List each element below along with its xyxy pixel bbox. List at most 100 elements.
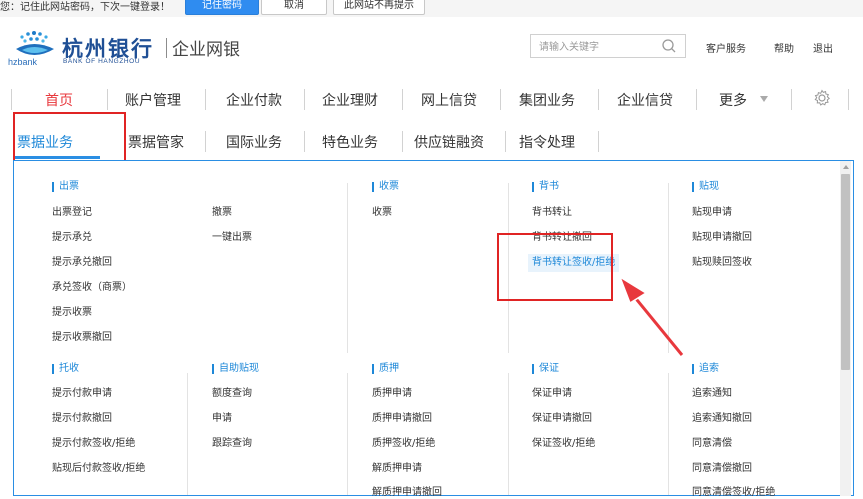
menu-item[interactable]: 跟踪查询 [212, 438, 252, 450]
never-remind-button[interactable]: 此网站不再提示 [333, 0, 425, 15]
menu-item[interactable]: 提示付款签收/拒绝 [52, 438, 135, 450]
logo-divider [166, 38, 167, 58]
tab-international-business[interactable]: 国际业务 [226, 132, 282, 152]
nav-item-more[interactable]: 更多 [719, 90, 747, 110]
menu-item[interactable]: 贴现后付款签收/拒绝 [52, 463, 145, 475]
group-title-endorse: 背书 [532, 182, 559, 192]
group-title-pledge: 质押 [372, 364, 399, 374]
menu-item[interactable]: 背书转让 [532, 207, 572, 219]
menu-item[interactable]: 一键出票 [212, 232, 252, 244]
nav-divider [205, 89, 206, 110]
nav-divider [107, 89, 108, 110]
cancel-button[interactable]: 取消 [261, 0, 327, 15]
group-title-guarantee: 保证 [532, 364, 559, 374]
group-title-recourse: 追索 [692, 364, 719, 374]
column-divider [508, 373, 509, 495]
logo-english-name: BANK OF HANGZHOU [63, 58, 141, 65]
menu-item[interactable]: 保证签收/拒绝 [532, 438, 595, 450]
nav-divider [598, 89, 599, 110]
gear-icon[interactable] [813, 89, 831, 107]
logo-hzbank: hzbank [8, 57, 38, 67]
tab-instruction-processing[interactable]: 指令处理 [519, 132, 575, 152]
remember-password-button[interactable]: 记住密码 [185, 0, 259, 15]
menu-item[interactable]: 保证申请撤回 [532, 413, 592, 425]
sub-nav: 票据业务 票据管家 国际业务 特色业务 供应链融资 指令处理 [0, 122, 863, 160]
nav-item-corporate-wealth[interactable]: 企业理财 [322, 90, 378, 110]
group-title-self-discount: 自助贴现 [212, 364, 259, 374]
group-title-issue: 出票 [52, 182, 79, 192]
menu-item[interactable]: 提示收票 [52, 307, 92, 319]
annotation-highlight-box [497, 233, 613, 301]
chevron-down-icon[interactable] [760, 96, 768, 102]
tab-bill-manager[interactable]: 票据管家 [128, 132, 184, 152]
menu-item[interactable]: 解质押申请 [372, 463, 422, 475]
nav-divider [848, 89, 849, 110]
nav-item-home[interactable]: 首页 [45, 90, 73, 110]
menu-item[interactable]: 同意清偿 [692, 438, 732, 450]
nav-divider [11, 89, 12, 110]
nav-divider [205, 131, 206, 152]
logo-subtitle: 企业网银 [172, 40, 240, 60]
nav-item-account-management[interactable]: 账户管理 [125, 90, 181, 110]
nav-item-group-business[interactable]: 集团业务 [519, 90, 575, 110]
menu-item[interactable]: 收票 [372, 207, 392, 219]
menu-item[interactable]: 撤票 [212, 207, 232, 219]
group-title-receive: 收票 [372, 182, 399, 192]
menu-item[interactable]: 质押申请 [372, 388, 412, 400]
nav-divider [402, 131, 403, 152]
nav-divider [696, 89, 697, 110]
nav-divider [500, 89, 501, 110]
menu-item[interactable]: 同意清偿签收/拒绝 [692, 487, 775, 499]
menu-item[interactable]: 追索通知 [692, 388, 732, 400]
menu-item[interactable]: 出票登记 [52, 207, 92, 219]
menu-item[interactable]: 追索通知撤回 [692, 413, 752, 425]
menu-item[interactable]: 贴现申请撤回 [692, 232, 752, 244]
nav-item-corporate-credit[interactable]: 企业信贷 [617, 90, 673, 110]
bill-business-menu-panel: 出票 出票登记 提示承兑 提示承兑撤回 承兑签收（商票） 提示收票 提示收票撤回… [13, 160, 854, 499]
annotation-arrow-icon [618, 275, 684, 356]
menu-item[interactable]: 额度查询 [212, 388, 252, 400]
menu-item[interactable]: 提示付款申请 [52, 388, 112, 400]
nav-divider [791, 89, 792, 110]
menu-item[interactable]: 提示承兑撤回 [52, 257, 112, 269]
menu-item[interactable]: 贴现申请 [692, 207, 732, 219]
menu-item[interactable]: 提示承兑 [52, 232, 92, 244]
scrollbar-thumb[interactable] [841, 174, 850, 370]
menu-item[interactable]: 提示付款撤回 [52, 413, 112, 425]
logout-link[interactable]: 退出 [813, 40, 833, 55]
nav-divider [598, 131, 599, 152]
menu-item[interactable]: 提示收票撤回 [52, 332, 112, 344]
header: hzbank 杭州银行 BANK OF HANGZHOU 企业网银 客户服务 帮… [0, 17, 863, 77]
menu-item[interactable]: 申请 [212, 413, 232, 425]
menu-item[interactable]: 保证申请 [532, 388, 572, 400]
group-title-discount: 贴现 [692, 182, 719, 192]
column-divider [347, 183, 348, 353]
group-title-collection: 托收 [52, 364, 79, 374]
search-input[interactable] [537, 38, 651, 56]
menu-item[interactable]: 同意清偿撤回 [692, 463, 752, 475]
column-divider [668, 373, 669, 495]
main-nav: 首页 账户管理 企业付款 企业理财 网上信贷 集团业务 企业信贷 更多 [0, 80, 863, 118]
nav-divider [304, 89, 305, 110]
menu-item[interactable]: 贴现赎回签收 [692, 257, 752, 269]
tab-special-business[interactable]: 特色业务 [322, 132, 378, 152]
customer-service-link[interactable]: 客户服务 [706, 40, 746, 55]
menu-item[interactable]: 解质押申请撤回 [372, 487, 442, 499]
menu-item[interactable]: 质押申请撤回 [372, 413, 432, 425]
save-password-bar: 您：记住此网站密码，下次一键登录！ 记住密码 取消 此网站不再提示 [0, 0, 863, 18]
nav-divider [505, 131, 506, 152]
nav-item-online-credit[interactable]: 网上信贷 [421, 90, 477, 110]
save-password-message: 您：记住此网站密码，下次一键登录！ [0, 2, 170, 13]
menu-item[interactable]: 质押签收/拒绝 [372, 438, 435, 450]
search-icon[interactable] [661, 38, 677, 54]
scroll-up-arrow-icon[interactable] [843, 165, 849, 169]
column-divider [347, 373, 348, 495]
tab-supply-chain-finance[interactable]: 供应链融资 [414, 132, 484, 152]
column-divider [187, 373, 188, 495]
nav-divider [304, 131, 305, 152]
nav-item-corporate-payment[interactable]: 企业付款 [226, 90, 282, 110]
search-box [530, 34, 686, 58]
help-link[interactable]: 帮助 [774, 40, 794, 55]
nav-divider [402, 89, 403, 110]
menu-item[interactable]: 承兑签收（商票） [52, 282, 132, 294]
